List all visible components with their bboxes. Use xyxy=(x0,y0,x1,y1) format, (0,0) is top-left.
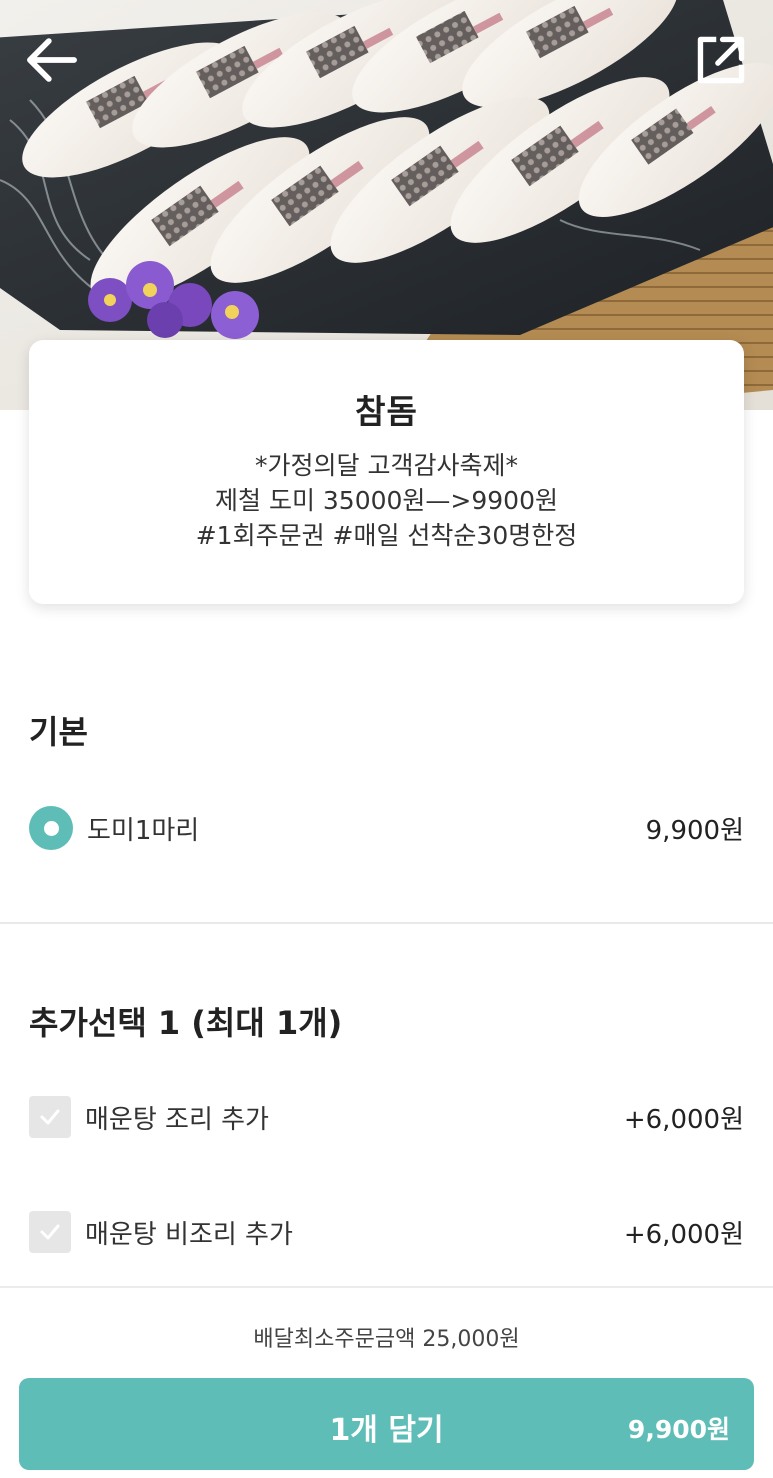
option-label: 매운탕 비조리 추가 xyxy=(85,1219,293,1250)
option-label: 도미1마리 xyxy=(87,815,200,846)
option-row-basic[interactable]: 도미1마리 9,900원 xyxy=(29,804,744,852)
product-description-line: *가정의달 고객감사축제* xyxy=(255,451,518,480)
product-description-line: 제철 도미 35000원—>9900원 xyxy=(215,486,558,515)
checkbox-unchecked-icon[interactable] xyxy=(29,1096,71,1138)
add-to-cart-button[interactable]: 1개 담기 9,900원 xyxy=(19,1378,754,1470)
product-name: 참돔 xyxy=(355,392,418,431)
share-button[interactable] xyxy=(691,30,751,90)
option-row-extra-1[interactable]: 매운탕 조리 추가 +6,000원 xyxy=(29,1093,744,1141)
product-description-line: #1회주문권 #매일 선착순30명한정 xyxy=(195,521,578,550)
option-price: +6,000원 xyxy=(623,1104,744,1135)
min-order-amount: 배달최소주문금액 25,000원 xyxy=(253,1327,520,1352)
check-icon xyxy=(40,1224,60,1240)
option-price: +6,000원 xyxy=(623,1219,744,1250)
back-button[interactable] xyxy=(22,30,82,90)
arrow-left-icon xyxy=(27,38,77,82)
bottom-order-bar: 배달최소주문금액 25,000원 1개 담기 9,900원 xyxy=(0,1286,773,1478)
option-row-extra-2[interactable]: 매운탕 비조리 추가 +6,000원 xyxy=(29,1208,744,1256)
section-title-extra: 추가선택 1 (최대 1개) xyxy=(29,1004,343,1042)
share-external-icon xyxy=(697,36,745,84)
section-divider xyxy=(0,922,773,924)
product-description: *가정의달 고객감사축제* 제철 도미 35000원—>9900원 #1회주문권… xyxy=(29,448,744,553)
product-info-card: 참돔 *가정의달 고객감사축제* 제철 도미 35000원—>9900원 #1회… xyxy=(29,340,744,604)
option-label: 매운탕 조리 추가 xyxy=(85,1104,269,1135)
option-price: 9,900원 xyxy=(645,815,744,846)
check-icon xyxy=(40,1109,60,1125)
checkbox-unchecked-icon[interactable] xyxy=(29,1211,71,1253)
radio-selected-icon[interactable] xyxy=(29,806,73,850)
add-to-cart-price: 9,900원 xyxy=(627,1415,730,1444)
section-title-basic: 기본 xyxy=(29,713,88,751)
